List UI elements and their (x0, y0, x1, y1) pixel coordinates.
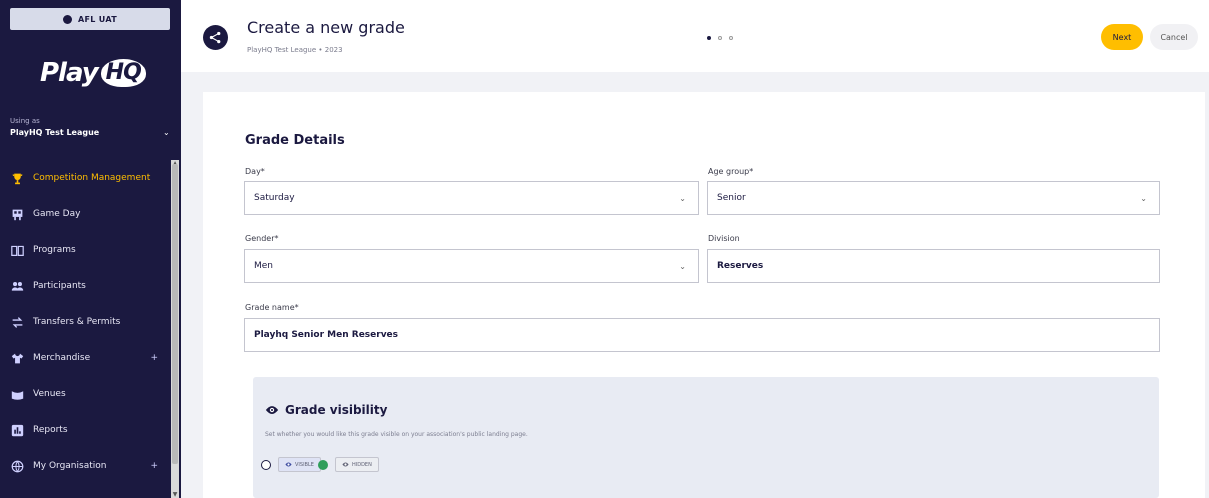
grade-name-label: Grade name* (245, 303, 299, 312)
scrollbar-thumb[interactable] (172, 164, 178, 464)
visible-chip[interactable]: VISIBLE (278, 457, 321, 472)
playhq-logo[interactable]: Play HQ (40, 58, 146, 88)
visibility-description: Set whether you would like this grade vi… (265, 431, 528, 438)
hidden-option-label: HIDDEN (352, 461, 372, 468)
gender-label: Gender* (245, 234, 279, 243)
step-dot-3 (729, 36, 733, 40)
share-grade-icon (203, 25, 228, 50)
sidebar-item-programs[interactable]: Programs (0, 232, 170, 268)
sidebar-item-reports[interactable]: Reports (0, 412, 170, 448)
step-dot-1 (707, 36, 711, 40)
sidebar-item-label: Transfers & Permits (33, 317, 121, 327)
environment-badge: AFL UAT (10, 8, 170, 30)
sidebar-item-label: Reports (33, 425, 68, 435)
sidebar-item-label: Venues (33, 389, 66, 399)
visibility-title-text: Grade visibility (285, 403, 388, 417)
sidebar-nav: Competition Management Game Day Programs… (0, 160, 170, 484)
scroll-down-icon[interactable]: ▼ (171, 491, 179, 498)
chevron-down-icon[interactable]: ⌄ (163, 128, 170, 137)
expand-icon[interactable]: + (150, 353, 158, 363)
grade-name-value: Playhq Senior Men Reserves (254, 330, 399, 340)
sidebar-item-label: My Organisation (33, 461, 107, 471)
page-subtitle: PlayHQ Test League • 2023 (247, 46, 343, 54)
reports-icon (10, 423, 24, 437)
sidebar-item-my-organisation[interactable]: My Organisation + (0, 448, 170, 484)
division-label: Division (708, 234, 740, 243)
visible-option-label: VISIBLE (295, 461, 314, 468)
page-title: Create a new grade (247, 18, 405, 37)
sidebar-item-label: Game Day (33, 209, 81, 219)
gender-value: Men (254, 261, 274, 271)
step-indicator (707, 36, 733, 40)
age-group-label: Age group* (708, 167, 754, 176)
trophy-icon (10, 171, 24, 185)
environment-dot-icon (63, 14, 73, 24)
merch-icon (10, 351, 24, 365)
hidden-chip[interactable]: HIDDEN (335, 457, 379, 472)
day-label: Day* (245, 167, 265, 176)
age-group-value: Senior (717, 193, 746, 203)
sidebar-item-competition-management[interactable]: Competition Management (0, 160, 170, 196)
division-value: Reserves (717, 261, 764, 271)
sidebar-item-label: Competition Management (33, 173, 151, 183)
day-select[interactable]: Saturday ⌄ (244, 181, 699, 215)
hidden-radio[interactable] (318, 460, 328, 470)
day-value: Saturday (254, 193, 295, 203)
sidebar-item-venues[interactable]: Venues (0, 376, 170, 412)
visibility-title: Grade visibility (265, 403, 387, 417)
using-as-label: Using as (10, 117, 40, 125)
gender-select[interactable]: Men ⌄ (244, 249, 699, 283)
eye-icon (285, 462, 292, 467)
people-icon (10, 279, 24, 293)
venue-icon (10, 387, 24, 401)
sidebar-item-game-day[interactable]: Game Day (0, 196, 170, 232)
logo-play-text: Play (40, 58, 99, 88)
division-input[interactable]: Reserves (707, 249, 1160, 283)
grade-name-input[interactable]: Playhq Senior Men Reserves (244, 318, 1160, 352)
transfer-icon (10, 315, 24, 329)
expand-icon[interactable]: + (150, 461, 158, 471)
environment-label: AFL UAT (78, 14, 117, 24)
page-header: Create a new grade PlayHQ Test League • … (181, 0, 1209, 72)
sidebar-item-label: Merchandise (33, 353, 91, 363)
visible-radio[interactable] (261, 460, 271, 470)
step-dot-2 (718, 36, 722, 40)
book-icon (10, 243, 24, 257)
eye-icon (342, 462, 349, 467)
next-button[interactable]: Next (1101, 24, 1143, 50)
sidebar-item-label: Programs (33, 245, 76, 255)
grade-visibility-panel: Grade visibility Set whether you would l… (253, 377, 1159, 498)
sidebar-item-label: Participants (33, 281, 86, 291)
chevron-down-icon: ⌄ (679, 261, 686, 271)
sidebar-scrollbar[interactable]: ▲ ▼ (171, 160, 179, 498)
chevron-down-icon: ⌄ (1140, 193, 1147, 203)
eye-icon (265, 406, 279, 414)
globe-icon (10, 459, 24, 473)
sidebar-item-participants[interactable]: Participants (0, 268, 170, 304)
grade-details-card: Grade Details Day* Saturday ⌄ Age group*… (203, 92, 1205, 498)
logo-hq-text: HQ (100, 59, 146, 87)
sidebar-item-transfers-permits[interactable]: Transfers & Permits (0, 304, 170, 340)
chevron-down-icon: ⌄ (679, 193, 686, 203)
section-title: Grade Details (245, 133, 345, 148)
sidebar: AFL UAT Play HQ Using as PlayHQ Test Leag… (0, 0, 181, 498)
sidebar-item-merchandise[interactable]: Merchandise + (0, 340, 170, 376)
scoreboard-icon (10, 207, 24, 221)
age-group-select[interactable]: Senior ⌄ (707, 181, 1160, 215)
cancel-button[interactable]: Cancel (1150, 24, 1198, 50)
organisation-switcher[interactable]: PlayHQ Test League (10, 128, 99, 137)
